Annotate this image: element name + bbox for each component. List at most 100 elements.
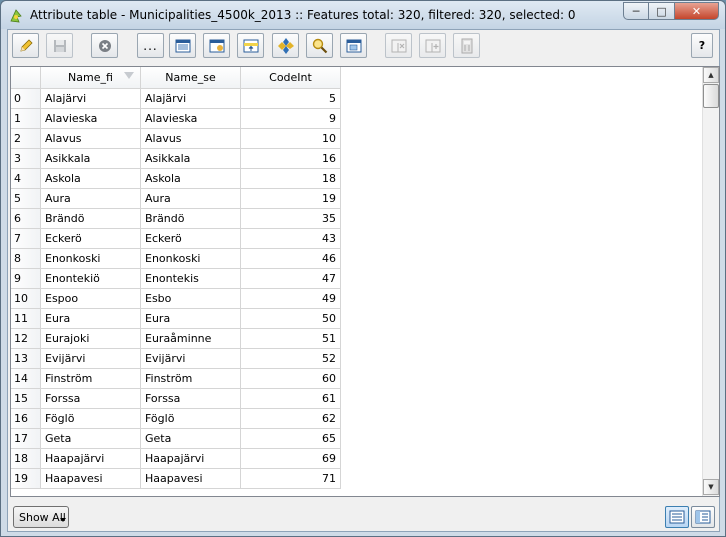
vertical-scrollbar[interactable]: ▲ ▼	[702, 67, 719, 496]
cell-name-se[interactable]: Evijärvi	[141, 349, 241, 369]
row-header[interactable]: 14	[11, 369, 41, 389]
table-row[interactable]: 4 Askola Askola 18	[11, 169, 342, 189]
cell-codeint[interactable]: 9	[241, 109, 341, 129]
table-row[interactable]: 18 Haapajärvi Haapajärvi 69	[11, 449, 342, 469]
row-header[interactable]: 12	[11, 329, 41, 349]
table-row[interactable]: 17 Geta Geta 65	[11, 429, 342, 449]
table-row[interactable]: 10 Espoo Esbo 49	[11, 289, 342, 309]
cell-name-se[interactable]: Enonkoski	[141, 249, 241, 269]
cell-codeint[interactable]: 47	[241, 269, 341, 289]
row-header[interactable]: 2	[11, 129, 41, 149]
new-column-button[interactable]	[419, 33, 446, 58]
select-all-button[interactable]	[169, 33, 196, 58]
cell-name-fi[interactable]: Alavus	[41, 129, 141, 149]
field-calculator-button[interactable]	[453, 33, 480, 58]
cell-name-se[interactable]: Aura	[141, 189, 241, 209]
column-header-name-se[interactable]: Name_se	[141, 67, 241, 89]
cell-name-se[interactable]: Finström	[141, 369, 241, 389]
row-header[interactable]: 3	[11, 149, 41, 169]
table-row[interactable]: 3 Asikkala Asikkala 16	[11, 149, 342, 169]
scroll-down-arrow-icon[interactable]: ▼	[703, 479, 719, 495]
cell-codeint[interactable]: 5	[241, 89, 341, 109]
table-view-button[interactable]	[665, 506, 689, 528]
cell-name-se[interactable]: Askola	[141, 169, 241, 189]
cell-codeint[interactable]: 52	[241, 349, 341, 369]
cell-codeint[interactable]: 51	[241, 329, 341, 349]
cell-codeint[interactable]: 60	[241, 369, 341, 389]
cell-codeint[interactable]: 16	[241, 149, 341, 169]
help-button[interactable]: ?	[691, 33, 713, 58]
table-row[interactable]: 13 Evijärvi Evijärvi 52	[11, 349, 342, 369]
cell-name-se[interactable]: Forssa	[141, 389, 241, 409]
cell-name-se[interactable]: Esbo	[141, 289, 241, 309]
cell-codeint[interactable]: 19	[241, 189, 341, 209]
cell-name-fi[interactable]: Enontekiö	[41, 269, 141, 289]
cell-name-fi[interactable]: Forssa	[41, 389, 141, 409]
row-header[interactable]: 1	[11, 109, 41, 129]
cell-codeint[interactable]: 71	[241, 469, 341, 489]
cell-name-fi[interactable]: Eura	[41, 309, 141, 329]
cell-name-fi[interactable]: Espoo	[41, 289, 141, 309]
table-row[interactable]: 0 Alajärvi Alajärvi 5	[11, 89, 342, 109]
cell-name-se[interactable]: Haapajärvi	[141, 449, 241, 469]
table-row[interactable]: 9 Enontekiö Enontekis 47	[11, 269, 342, 289]
row-header[interactable]: 19	[11, 469, 41, 489]
row-header[interactable]: 7	[11, 229, 41, 249]
copy-selected-rows-button[interactable]	[340, 33, 367, 58]
table-row[interactable]: 16 Föglö Föglö 62	[11, 409, 342, 429]
cell-codeint[interactable]: 69	[241, 449, 341, 469]
cell-codeint[interactable]: 62	[241, 409, 341, 429]
title-bar[interactable]: Attribute table - Municipalities_4500k_2…	[1, 1, 725, 29]
cell-name-se[interactable]: Eckerö	[141, 229, 241, 249]
maximize-button[interactable]: □	[649, 2, 675, 20]
table-row[interactable]: 11 Eura Eura 50	[11, 309, 342, 329]
row-header[interactable]: 13	[11, 349, 41, 369]
row-header[interactable]: 16	[11, 409, 41, 429]
cell-name-fi[interactable]: Eurajoki	[41, 329, 141, 349]
cell-name-fi[interactable]: Haapajärvi	[41, 449, 141, 469]
cell-name-fi[interactable]: Evijärvi	[41, 349, 141, 369]
close-button[interactable]: ✕	[675, 2, 719, 20]
move-selection-to-top-button[interactable]	[237, 33, 264, 58]
table-row[interactable]: 2 Alavus Alavus 10	[11, 129, 342, 149]
row-header[interactable]: 15	[11, 389, 41, 409]
cell-name-fi[interactable]: Haapavesi	[41, 469, 141, 489]
cell-name-fi[interactable]: Föglö	[41, 409, 141, 429]
cell-name-se[interactable]: Alajärvi	[141, 89, 241, 109]
expression-select-button[interactable]: ...	[137, 33, 164, 58]
row-header[interactable]: 9	[11, 269, 41, 289]
scrollbar-thumb[interactable]	[703, 84, 719, 108]
cell-name-se[interactable]: Euraåminne	[141, 329, 241, 349]
table-row[interactable]: 19 Haapavesi Haapavesi 71	[11, 469, 342, 489]
cell-name-fi[interactable]: Askola	[41, 169, 141, 189]
invert-selection-button[interactable]	[203, 33, 230, 58]
cell-codeint[interactable]: 50	[241, 309, 341, 329]
table-row[interactable]: 6 Brändö Brändö 35	[11, 209, 342, 229]
table-row[interactable]: 8 Enonkoski Enonkoski 46	[11, 249, 342, 269]
column-header-codeint[interactable]: CodeInt	[241, 67, 341, 89]
table-corner[interactable]	[11, 67, 41, 89]
table-row[interactable]: 5 Aura Aura 19	[11, 189, 342, 209]
row-header[interactable]: 10	[11, 289, 41, 309]
cell-name-fi[interactable]: Brändö	[41, 209, 141, 229]
row-header[interactable]: 18	[11, 449, 41, 469]
delete-selected-button[interactable]	[91, 33, 118, 58]
cell-name-se[interactable]: Geta	[141, 429, 241, 449]
cell-name-fi[interactable]: Geta	[41, 429, 141, 449]
cell-name-fi[interactable]: Asikkala	[41, 149, 141, 169]
cell-name-fi[interactable]: Alavieska	[41, 109, 141, 129]
table-row[interactable]: 12 Eurajoki Euraåminne 51	[11, 329, 342, 349]
cell-codeint[interactable]: 61	[241, 389, 341, 409]
scroll-up-arrow-icon[interactable]: ▲	[703, 67, 719, 83]
table-row[interactable]: 14 Finström Finström 60	[11, 369, 342, 389]
row-header[interactable]: 11	[11, 309, 41, 329]
cell-codeint[interactable]: 43	[241, 229, 341, 249]
toggle-editing-button[interactable]	[12, 33, 39, 58]
minimize-button[interactable]: ─	[623, 2, 649, 20]
cell-codeint[interactable]: 10	[241, 129, 341, 149]
row-header[interactable]: 5	[11, 189, 41, 209]
cell-name-fi[interactable]: Aura	[41, 189, 141, 209]
cell-name-se[interactable]: Enontekis	[141, 269, 241, 289]
row-header[interactable]: 6	[11, 209, 41, 229]
table-row[interactable]: 1 Alavieska Alavieska 9	[11, 109, 342, 129]
